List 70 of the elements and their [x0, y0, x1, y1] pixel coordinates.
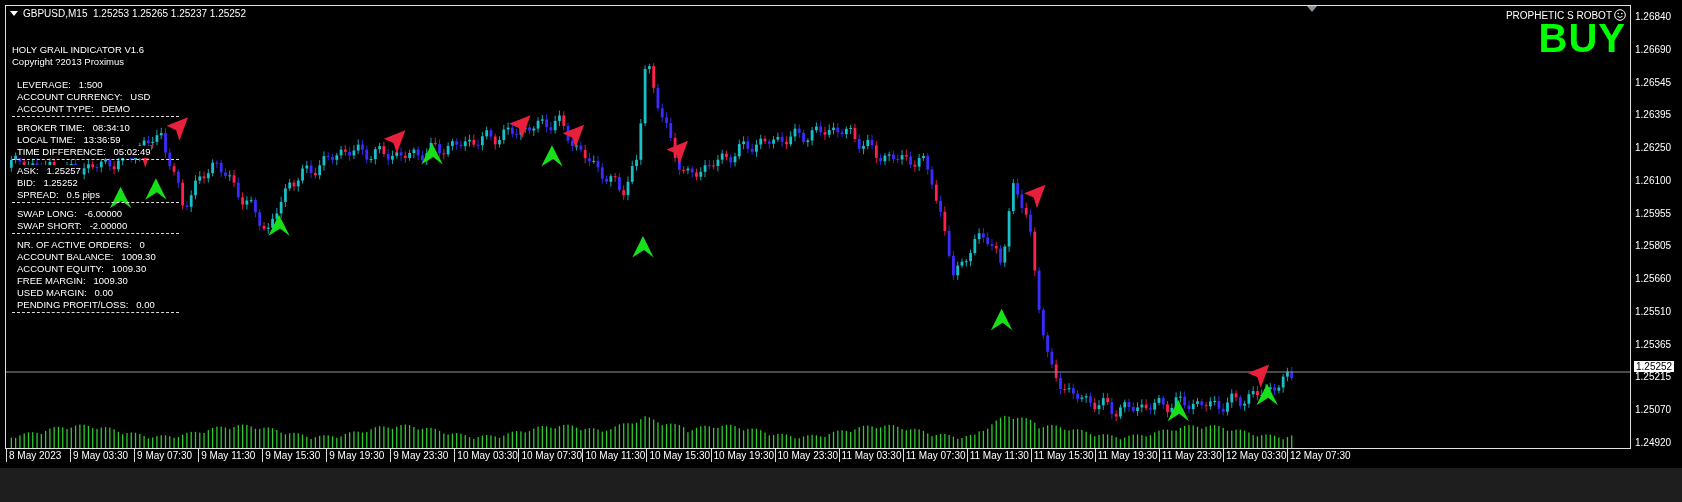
time-label: 11 May 15:30 — [1030, 449, 1095, 462]
up-arrow-icon — [109, 186, 132, 209]
time-label: 11 May 07:30 — [902, 449, 967, 462]
account-info-text: PENDING PROFIT/LOSS: 0.00 — [17, 299, 155, 311]
price-label: 1.26840 — [1635, 11, 1673, 23]
price-label: 1.24920 — [1635, 436, 1673, 449]
time-label: 10 May 11:30 — [582, 449, 647, 462]
time-label: 10 May 03:30 — [454, 449, 519, 462]
account-info-text: LOCAL TIME: 13:36:59 — [17, 134, 121, 146]
up-arrow-icon — [145, 178, 167, 200]
account-info-text: TIME DIFFERENCE: 05:02:49 — [17, 146, 151, 158]
time-label: 11 May 11:30 — [966, 449, 1031, 462]
time-label: 9 May 23:30 — [390, 449, 455, 462]
price-label: 1.26100 — [1635, 174, 1673, 187]
time-label: 10 May 19:30 — [710, 449, 775, 462]
price-label: 1.26395 — [1635, 109, 1673, 122]
account-info-text: ACCOUNT EQUITY: 1009.30 — [17, 263, 147, 275]
account-info-text: ASK: 1.25257 — [17, 165, 81, 177]
copyright-text: Copyright ?2013 Proximus — [12, 56, 124, 68]
time-label: 11 May 03:30 — [838, 449, 903, 462]
indicator-title: HOLY GRAIL INDICATOR V1.6 — [12, 44, 144, 56]
price-label: 1.25660 — [1635, 273, 1673, 286]
trade-signal: BUY — [1538, 20, 1626, 56]
account-info-text: BROKER TIME: 08:34:10 — [17, 122, 130, 134]
current-price-label: 1.25252 — [1634, 361, 1675, 372]
account-info-text: ACCOUNT CURRENCY: USD — [17, 91, 151, 103]
time-label: 11 May 19:30 — [1094, 449, 1159, 462]
price-label: 1.25805 — [1635, 240, 1673, 253]
time-label: 10 May 07:30 — [518, 449, 583, 462]
price-label: 1.25365 — [1635, 338, 1673, 351]
up-arrow-icon — [990, 308, 1013, 331]
up-arrow-icon — [1256, 383, 1278, 406]
account-info-text: BID: 1.25252 — [17, 177, 78, 189]
account-info-text: LEVERAGE: 1:500 — [17, 79, 103, 91]
time-label: 10 May 23:30 — [774, 449, 839, 462]
account-info-text: ACCOUNT TYPE: DEMO — [17, 103, 131, 115]
account-info-text: FREE MARGIN: 1009.30 — [17, 275, 128, 287]
price-label: 1.26545 — [1635, 76, 1673, 89]
time-label: 10 May 15:30 — [646, 449, 711, 462]
time-label: 11 May 23:30 — [1158, 449, 1223, 462]
price-label: 1.25955 — [1635, 207, 1673, 220]
robot-name-text: PROPHETIC S ROBOT — [1505, 9, 1612, 21]
up-arrow-icon — [1167, 399, 1189, 422]
smiley-icon — [1614, 9, 1626, 21]
up-arrow-icon — [268, 214, 290, 237]
account-info-text: ACCOUNT BALANCE: 1009.30 — [17, 251, 156, 263]
time-label: 12 May 07:30 — [1286, 449, 1351, 462]
time-label: 8 May 2023 — [6, 449, 71, 462]
account-info-text: NR. OF ACTIVE ORDERS: 0 — [17, 239, 145, 251]
price-label: 1.26250 — [1635, 142, 1673, 155]
price-label: 1.25070 — [1635, 404, 1673, 417]
dropdown-icon[interactable] — [10, 11, 18, 16]
shift-marker-icon[interactable] — [1307, 6, 1317, 12]
time-label: 9 May 03:30 — [70, 449, 135, 462]
up-arrow-icon — [632, 236, 654, 258]
account-info-text: USED MARGIN: 0.00 — [17, 287, 114, 299]
price-label: 1.25510 — [1635, 305, 1673, 318]
account-info-text: SWAP LONG: -6.00000 — [17, 208, 123, 220]
time-label: 12 May 03:30 — [1222, 449, 1287, 462]
up-arrow-icon — [421, 143, 443, 165]
price-label: 1.26690 — [1635, 43, 1673, 56]
time-label: 9 May 15:30 — [262, 449, 327, 462]
time-label: 9 May 07:30 — [134, 449, 199, 462]
account-info-text: SPREAD: 0.5 pips — [17, 189, 100, 201]
account-info-text: SWAP SHORT: -2.00000 — [17, 220, 128, 232]
up-arrow-icon — [541, 145, 563, 167]
symbol-quote: GBPUSD,M15 1.25253 1.25265 1.25237 1.25252 — [23, 8, 246, 19]
price-label: 1.25215 — [1635, 371, 1673, 384]
time-label: 9 May 11:30 — [198, 449, 263, 462]
time-label: 9 May 19:30 — [326, 449, 391, 462]
